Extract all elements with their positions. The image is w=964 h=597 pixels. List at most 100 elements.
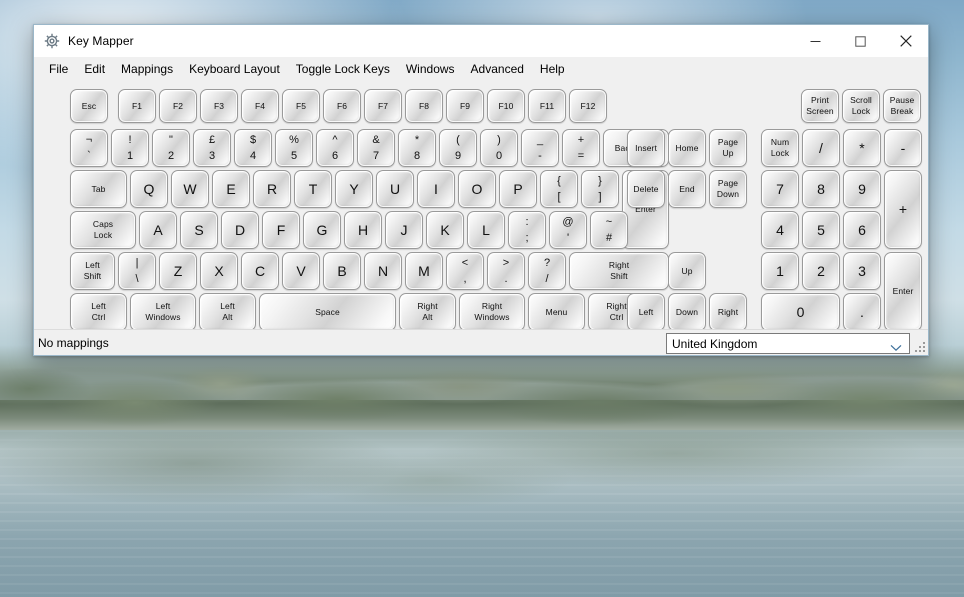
key-key-o[interactable]: O xyxy=(458,170,496,208)
key-semicolon[interactable]: :; xyxy=(508,211,546,249)
key-scroll-lock[interactable]: ScrollLock xyxy=(842,89,880,123)
menu-item-advanced[interactable]: Advanced xyxy=(463,59,532,79)
menu-item-help[interactable]: Help xyxy=(532,59,573,79)
key-numpad-0[interactable]: 0 xyxy=(761,293,840,329)
key-hash[interactable]: ~# xyxy=(590,211,628,249)
key-arrow-down[interactable]: Down xyxy=(668,293,706,329)
key-key-q[interactable]: Q xyxy=(130,170,168,208)
key-escape[interactable]: Esc xyxy=(70,89,108,123)
title-bar[interactable]: Key Mapper xyxy=(34,25,928,57)
key-key-y[interactable]: Y xyxy=(335,170,373,208)
key-arrow-left[interactable]: Left xyxy=(627,293,665,329)
key-minus[interactable]: _- xyxy=(521,129,559,167)
key-digit-4[interactable]: $4 xyxy=(234,129,272,167)
key-key-t[interactable]: T xyxy=(294,170,332,208)
key-key-j[interactable]: J xyxy=(385,211,423,249)
maximize-button[interactable] xyxy=(838,25,883,57)
key-digit-6[interactable]: ^6 xyxy=(316,129,354,167)
key-period[interactable]: >. xyxy=(487,252,525,290)
key-bracket-right[interactable]: }] xyxy=(581,170,619,208)
key-key-g[interactable]: G xyxy=(303,211,341,249)
key-numpad-7[interactable]: 7 xyxy=(761,170,799,208)
key-backslash[interactable]: |\ xyxy=(118,252,156,290)
key-digit-9[interactable]: (9 xyxy=(439,129,477,167)
key-right-shift[interactable]: RightShift xyxy=(569,252,669,290)
key-f2[interactable]: F2 xyxy=(159,89,197,123)
key-numpad-enter[interactable]: Enter xyxy=(884,252,922,329)
key-f11[interactable]: F11 xyxy=(528,89,566,123)
key-comma[interactable]: <, xyxy=(446,252,484,290)
key-key-s[interactable]: S xyxy=(180,211,218,249)
key-left-alt[interactable]: LeftAlt xyxy=(199,293,256,329)
key-arrow-right[interactable]: Right xyxy=(709,293,747,329)
key-numpad-4[interactable]: 4 xyxy=(761,211,799,249)
key-digit-5[interactable]: %5 xyxy=(275,129,313,167)
key-key-v[interactable]: V xyxy=(282,252,320,290)
key-f5[interactable]: F5 xyxy=(282,89,320,123)
layout-select[interactable]: United Kingdom xyxy=(666,333,910,354)
key-f3[interactable]: F3 xyxy=(200,89,238,123)
key-key-p[interactable]: P xyxy=(499,170,537,208)
key-bracket-left[interactable]: {[ xyxy=(540,170,578,208)
key-key-l[interactable]: L xyxy=(467,211,505,249)
key-f1[interactable]: F1 xyxy=(118,89,156,123)
key-key-c[interactable]: C xyxy=(241,252,279,290)
close-button[interactable] xyxy=(883,25,928,57)
key-f7[interactable]: F7 xyxy=(364,89,402,123)
key-arrow-up[interactable]: Up xyxy=(668,252,706,290)
menu-item-file[interactable]: File xyxy=(41,59,76,79)
key-numpad-6[interactable]: 6 xyxy=(843,211,881,249)
key-caps-lock[interactable]: CapsLock xyxy=(70,211,136,249)
key-key-b[interactable]: B xyxy=(323,252,361,290)
key-insert[interactable]: Insert xyxy=(627,129,665,167)
key-key-m[interactable]: M xyxy=(405,252,443,290)
key-numpad-add[interactable]: + xyxy=(884,170,922,249)
menu-item-toggle-lock-keys[interactable]: Toggle Lock Keys xyxy=(288,59,398,79)
key-numpad-5[interactable]: 5 xyxy=(802,211,840,249)
menu-item-windows[interactable]: Windows xyxy=(398,59,463,79)
key-tab[interactable]: Tab xyxy=(70,170,127,208)
key-key-a[interactable]: A xyxy=(139,211,177,249)
key-page-down[interactable]: PageDown xyxy=(709,170,747,208)
key-digit-2[interactable]: "2 xyxy=(152,129,190,167)
key-num-lock[interactable]: NumLock xyxy=(761,129,799,167)
key-numpad-subtract[interactable]: - xyxy=(884,129,922,167)
keyboard-layout-selector[interactable]: United Kingdom xyxy=(666,333,910,354)
key-digit-1[interactable]: !1 xyxy=(111,129,149,167)
key-key-f[interactable]: F xyxy=(262,211,300,249)
key-numpad-multiply[interactable]: * xyxy=(843,129,881,167)
key-key-r[interactable]: R xyxy=(253,170,291,208)
key-key-h[interactable]: H xyxy=(344,211,382,249)
key-numpad-2[interactable]: 2 xyxy=(802,252,840,290)
key-numpad-3[interactable]: 3 xyxy=(843,252,881,290)
key-digit-8[interactable]: *8 xyxy=(398,129,436,167)
key-digit-0[interactable]: )0 xyxy=(480,129,518,167)
resize-grip[interactable] xyxy=(915,342,925,352)
key-left-windows[interactable]: LeftWindows xyxy=(130,293,196,329)
key-key-k[interactable]: K xyxy=(426,211,464,249)
key-key-w[interactable]: W xyxy=(171,170,209,208)
key-slash[interactable]: ?/ xyxy=(528,252,566,290)
key-page-up[interactable]: PageUp xyxy=(709,129,747,167)
menu-item-edit[interactable]: Edit xyxy=(76,59,113,79)
key-pause-break[interactable]: PauseBreak xyxy=(883,89,921,123)
key-home[interactable]: Home xyxy=(668,129,706,167)
key-f9[interactable]: F9 xyxy=(446,89,484,123)
key-key-n[interactable]: N xyxy=(364,252,402,290)
key-key-d[interactable]: D xyxy=(221,211,259,249)
key-equals[interactable]: += xyxy=(562,129,600,167)
key-f4[interactable]: F4 xyxy=(241,89,279,123)
key-delete[interactable]: Delete xyxy=(627,170,665,208)
key-right-windows[interactable]: RightWindows xyxy=(459,293,525,329)
key-quote[interactable]: @' xyxy=(549,211,587,249)
key-numpad-8[interactable]: 8 xyxy=(802,170,840,208)
key-f10[interactable]: F10 xyxy=(487,89,525,123)
menu-item-mappings[interactable]: Mappings xyxy=(113,59,181,79)
key-backtick[interactable]: ¬` xyxy=(70,129,108,167)
menu-item-keyboard-layout[interactable]: Keyboard Layout xyxy=(181,59,288,79)
key-numpad-decimal[interactable]: . xyxy=(843,293,881,329)
key-f12[interactable]: F12 xyxy=(569,89,607,123)
key-f6[interactable]: F6 xyxy=(323,89,361,123)
key-right-alt[interactable]: RightAlt xyxy=(399,293,456,329)
key-print-screen[interactable]: PrintScreen xyxy=(801,89,839,123)
